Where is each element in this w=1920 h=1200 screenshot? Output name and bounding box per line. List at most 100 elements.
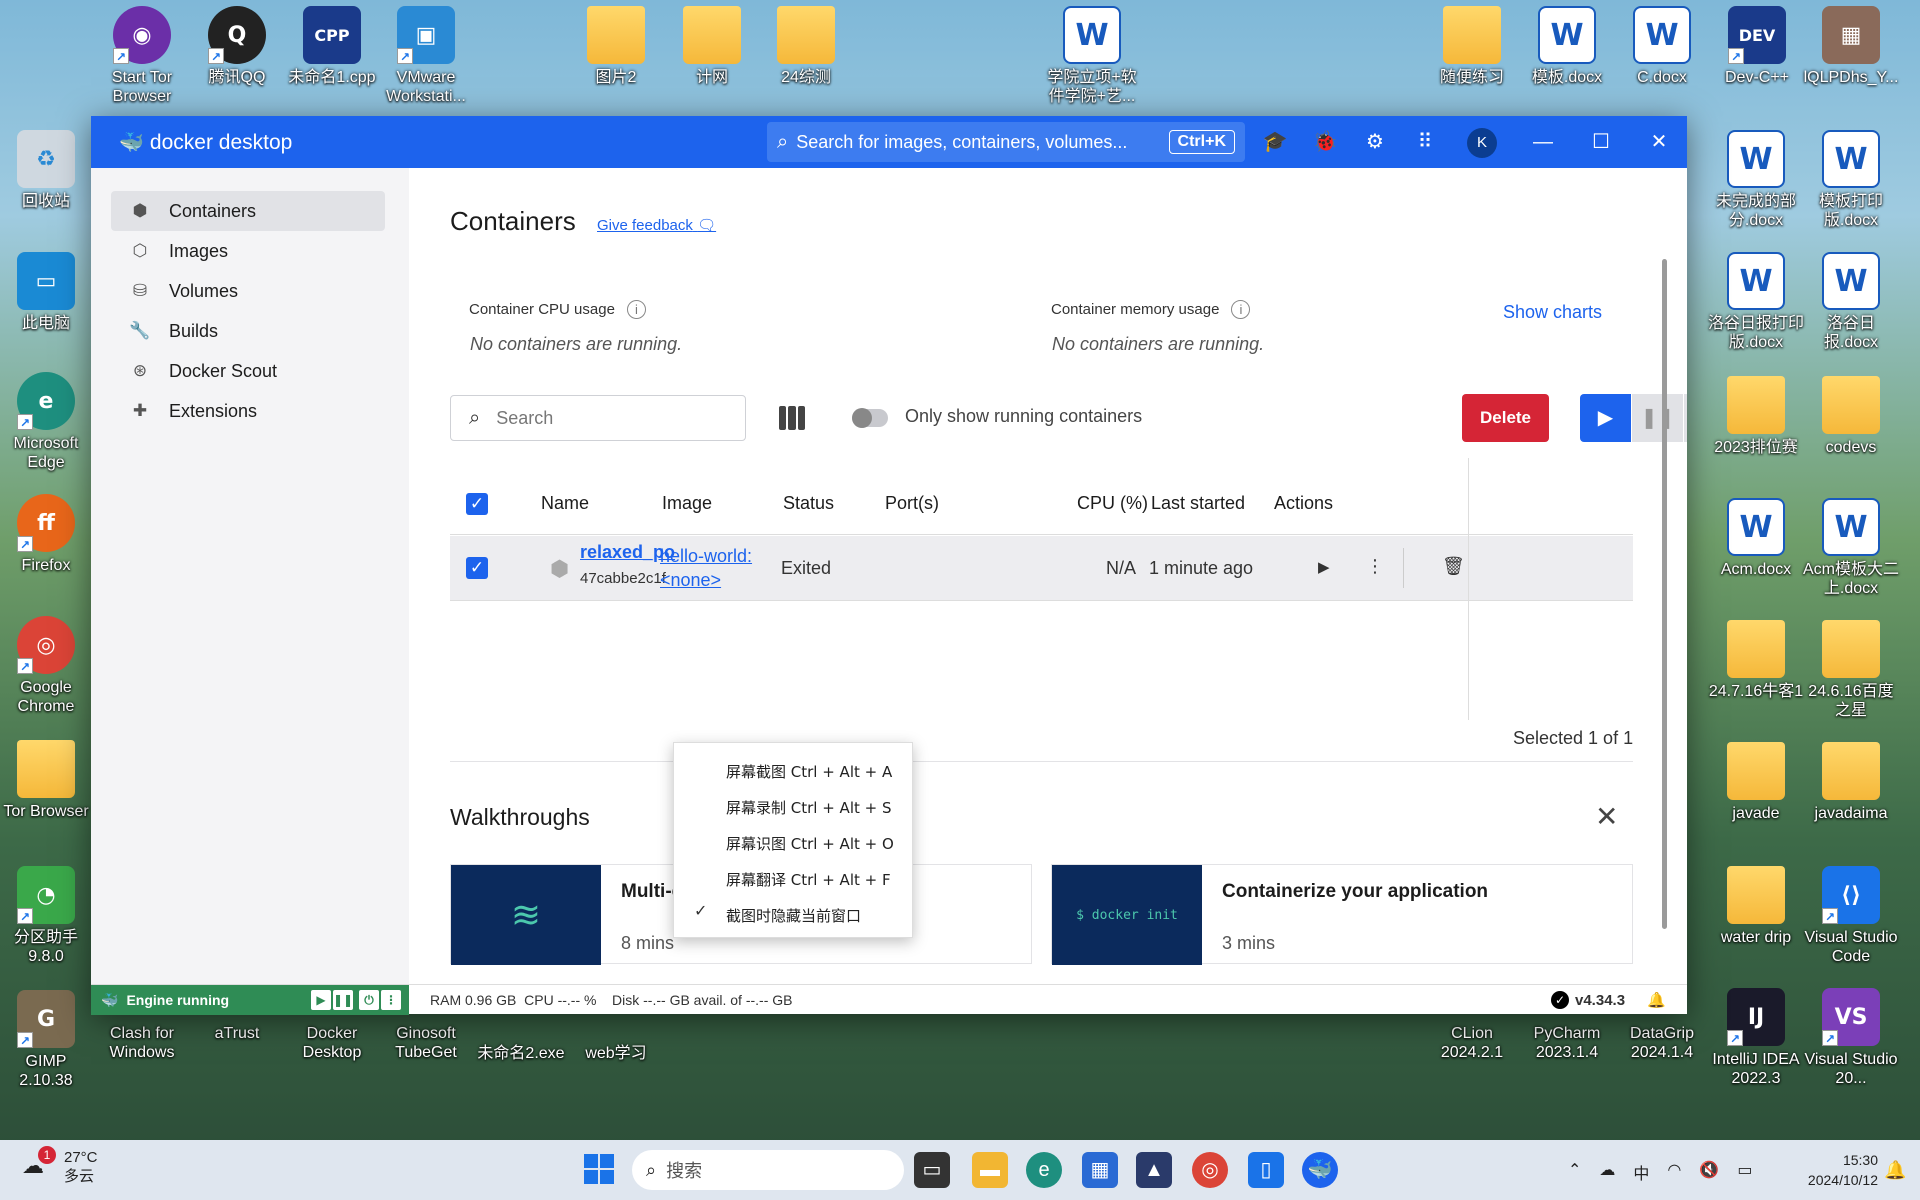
desktop-icon[interactable]: VS ↗ Visual Studio 20... bbox=[1803, 988, 1899, 1088]
chevron-up-icon[interactable]: ⌃ bbox=[1568, 1160, 1581, 1184]
desktop-icon[interactable]: 24综测 bbox=[758, 6, 854, 87]
play-icon[interactable]: ▶ bbox=[1318, 558, 1330, 576]
desktop-icon[interactable]: W 未完成的部分.docx bbox=[1708, 130, 1804, 230]
desktop-icon[interactable]: 计网 bbox=[664, 6, 760, 87]
desktop-icon[interactable]: W 学院立项+软件学院+艺... bbox=[1044, 6, 1140, 106]
more-options-icon[interactable]: ⋮ bbox=[1366, 556, 1384, 577]
desktop-icon[interactable]: DEV ↗ Dev-C++ bbox=[1709, 6, 1805, 87]
store-icon[interactable]: ▦ bbox=[1082, 1152, 1118, 1188]
clock[interactable]: 15:30 2024/10/12 bbox=[1786, 1150, 1878, 1190]
power-icon[interactable]: ⏻ bbox=[359, 990, 379, 1010]
column-header-name[interactable]: Name bbox=[541, 493, 589, 514]
desktop-icon[interactable]: ff ↗ Firefox bbox=[0, 494, 94, 575]
stop-button[interactable]: ■ bbox=[1684, 394, 1687, 442]
image-tag-link[interactable]: <none> bbox=[660, 570, 721, 591]
desktop-icon[interactable]: W C.docx bbox=[1614, 6, 1710, 87]
table-row[interactable]: ✓ ⬢ relaxed_po 47cabbe2c1f hello-world: … bbox=[450, 536, 1633, 601]
wifi-icon[interactable]: ◠ bbox=[1667, 1160, 1681, 1184]
desktop-icon[interactable]: aTrust bbox=[189, 1024, 285, 1043]
tablet-app-icon[interactable]: ▯ bbox=[1248, 1152, 1284, 1188]
desktop-icon[interactable]: water drip bbox=[1708, 866, 1804, 947]
show-charts-button[interactable]: Show charts bbox=[1503, 302, 1602, 323]
column-header-image[interactable]: Image bbox=[662, 493, 712, 514]
desktop-icon[interactable]: CLion 2024.2.1 bbox=[1424, 1024, 1520, 1062]
desktop-icon[interactable]: Clash for Windows bbox=[94, 1024, 190, 1062]
weather-widget[interactable]: 1 27°C 多云 ☁ bbox=[22, 1146, 98, 1186]
desktop-icon[interactable]: W 洛谷日报打印版.docx bbox=[1708, 252, 1804, 352]
sidebar-item-builds[interactable]: 🔧 Builds bbox=[111, 311, 385, 351]
scrollbar[interactable] bbox=[1662, 259, 1667, 929]
battery-icon[interactable]: ▭ bbox=[1737, 1160, 1752, 1184]
column-header-last-started[interactable]: Last started bbox=[1151, 493, 1245, 514]
sidebar-item-images[interactable]: ⬡ Images bbox=[111, 231, 385, 271]
desktop-icon[interactable]: ▣ ↗ VMware Workstati... bbox=[378, 6, 474, 106]
desktop-icon[interactable]: Docker Desktop bbox=[284, 1024, 380, 1062]
play-icon[interactable]: ▶ bbox=[311, 990, 331, 1010]
desktop-icon[interactable]: javadaima bbox=[1803, 742, 1899, 823]
desktop-icon[interactable]: ▦ lQLPDhs_Y... bbox=[1803, 6, 1899, 87]
menu-item-screen-translate[interactable]: 屏幕翻译 Ctrl + Alt + F bbox=[726, 869, 891, 890]
menu-item-hide-window[interactable]: 截图时隐藏当前窗口 bbox=[726, 905, 861, 926]
start-button[interactable]: ▶ bbox=[1580, 394, 1631, 442]
row-checkbox[interactable]: ✓ bbox=[466, 557, 488, 579]
desktop-icon[interactable]: W Acm.docx bbox=[1708, 498, 1804, 579]
learning-center-icon[interactable]: 🎓 bbox=[1261, 128, 1289, 156]
desktop-icon[interactable]: IJ ↗ IntelliJ IDEA 2022.3 bbox=[1708, 988, 1804, 1088]
desktop-icon[interactable]: W Acm模板大二上.docx bbox=[1803, 498, 1899, 598]
speaker-muted-icon[interactable]: 🔇 bbox=[1699, 1160, 1719, 1184]
sidebar-item-extensions[interactable]: ✚ Extensions bbox=[111, 391, 385, 431]
maximize-icon[interactable]: ☐ bbox=[1583, 124, 1619, 160]
desktop-icon[interactable]: W 模板.docx bbox=[1519, 6, 1615, 87]
desktop-icon[interactable]: ◎ ↗ Google Chrome bbox=[0, 616, 94, 716]
menu-item-screenshot[interactable]: 屏幕截图 Ctrl + Alt + A bbox=[726, 761, 892, 782]
desktop-icon[interactable]: javade bbox=[1708, 742, 1804, 823]
onedrive-icon[interactable]: ☁ bbox=[1599, 1160, 1615, 1184]
settings-gear-icon[interactable]: ⚙ bbox=[1361, 128, 1389, 156]
desktop-icon[interactable]: G ↗ GIMP 2.10.38 bbox=[0, 990, 94, 1090]
delete-button[interactable]: Delete bbox=[1462, 394, 1549, 442]
docker-whale-icon[interactable]: 🐳 bbox=[1302, 1152, 1338, 1188]
column-header-cpu[interactable]: CPU (%) bbox=[1077, 493, 1148, 514]
columns-icon[interactable] bbox=[779, 406, 805, 430]
start-button[interactable] bbox=[584, 1154, 614, 1184]
bell-icon[interactable]: 🔔 bbox=[1647, 991, 1666, 1009]
walkthrough-card[interactable]: $ docker init Containerize your applicat… bbox=[1051, 864, 1633, 965]
image-link[interactable]: hello-world: bbox=[660, 546, 752, 567]
desktop-icon[interactable]: Ginosoft TubeGet bbox=[378, 1024, 474, 1062]
avatar[interactable]: K bbox=[1467, 128, 1497, 158]
version-badge[interactable]: ✓ v4.34.3 🔔 bbox=[1551, 991, 1666, 1009]
container-search-input[interactable]: ⌕ Search bbox=[450, 395, 746, 441]
desktop-icon[interactable]: W 模板打印版.docx bbox=[1803, 130, 1899, 230]
ime-indicator[interactable]: 中 bbox=[1633, 1160, 1649, 1184]
info-icon[interactable]: i bbox=[1231, 300, 1251, 319]
minimize-icon[interactable]: — bbox=[1525, 124, 1561, 160]
trash-icon[interactable]: 🗑 bbox=[1442, 556, 1465, 577]
desktop-icon[interactable]: 24.6.16百度之星 bbox=[1803, 620, 1899, 720]
close-icon[interactable]: ✕ bbox=[1595, 800, 1618, 833]
give-feedback-link[interactable]: Give feedback 🗨 bbox=[597, 216, 716, 234]
desktop-icon[interactable]: e ↗ Microsoft Edge bbox=[0, 372, 94, 472]
desktop-icon[interactable]: ◉ ↗ Start Tor Browser bbox=[94, 6, 190, 106]
engine-status[interactable]: 🐳 Engine running ▶ ❚❚ ⏻ ⋮ bbox=[91, 985, 409, 1015]
cat-app-icon[interactable]: ▲ bbox=[1136, 1152, 1172, 1188]
select-all-checkbox[interactable]: ✓ bbox=[466, 493, 488, 515]
edge-icon[interactable]: e bbox=[1026, 1152, 1062, 1188]
sidebar-item-volumes[interactable]: ⛁ Volumes bbox=[111, 271, 385, 311]
desktop-icon[interactable]: ◔ ↗ 分区助手 9.8.0 bbox=[0, 866, 94, 966]
more-options-icon[interactable]: ⋮ bbox=[381, 990, 401, 1010]
taskbar-search[interactable]: ⌕ 搜索 bbox=[632, 1150, 904, 1190]
close-icon[interactable]: ✕ bbox=[1641, 124, 1677, 160]
desktop-icon[interactable]: Tor Browser bbox=[0, 740, 94, 821]
sidebar-item-docker-scout[interactable]: ⊛ Docker Scout bbox=[111, 351, 385, 391]
desktop-icon[interactable]: DataGrip 2024.1.4 bbox=[1614, 1024, 1710, 1062]
extensions-grid-icon[interactable]: ⠿ bbox=[1411, 128, 1439, 156]
pause-icon[interactable]: ❚❚ bbox=[333, 990, 353, 1010]
desktop-icon[interactable]: 未命名2.exe bbox=[473, 1044, 569, 1063]
file-explorer-icon[interactable]: ▬ bbox=[972, 1152, 1008, 1188]
pause-button[interactable]: ❚❚ bbox=[1632, 394, 1683, 442]
desktop-icon[interactable]: 随便练习 bbox=[1424, 6, 1520, 87]
desktop-icon[interactable]: ♻ 回收站 bbox=[0, 130, 94, 211]
task-view-icon[interactable]: ▭ bbox=[914, 1152, 950, 1188]
desktop-icon[interactable]: codevs bbox=[1803, 376, 1899, 457]
chrome-icon[interactable]: ◎ bbox=[1192, 1152, 1228, 1188]
